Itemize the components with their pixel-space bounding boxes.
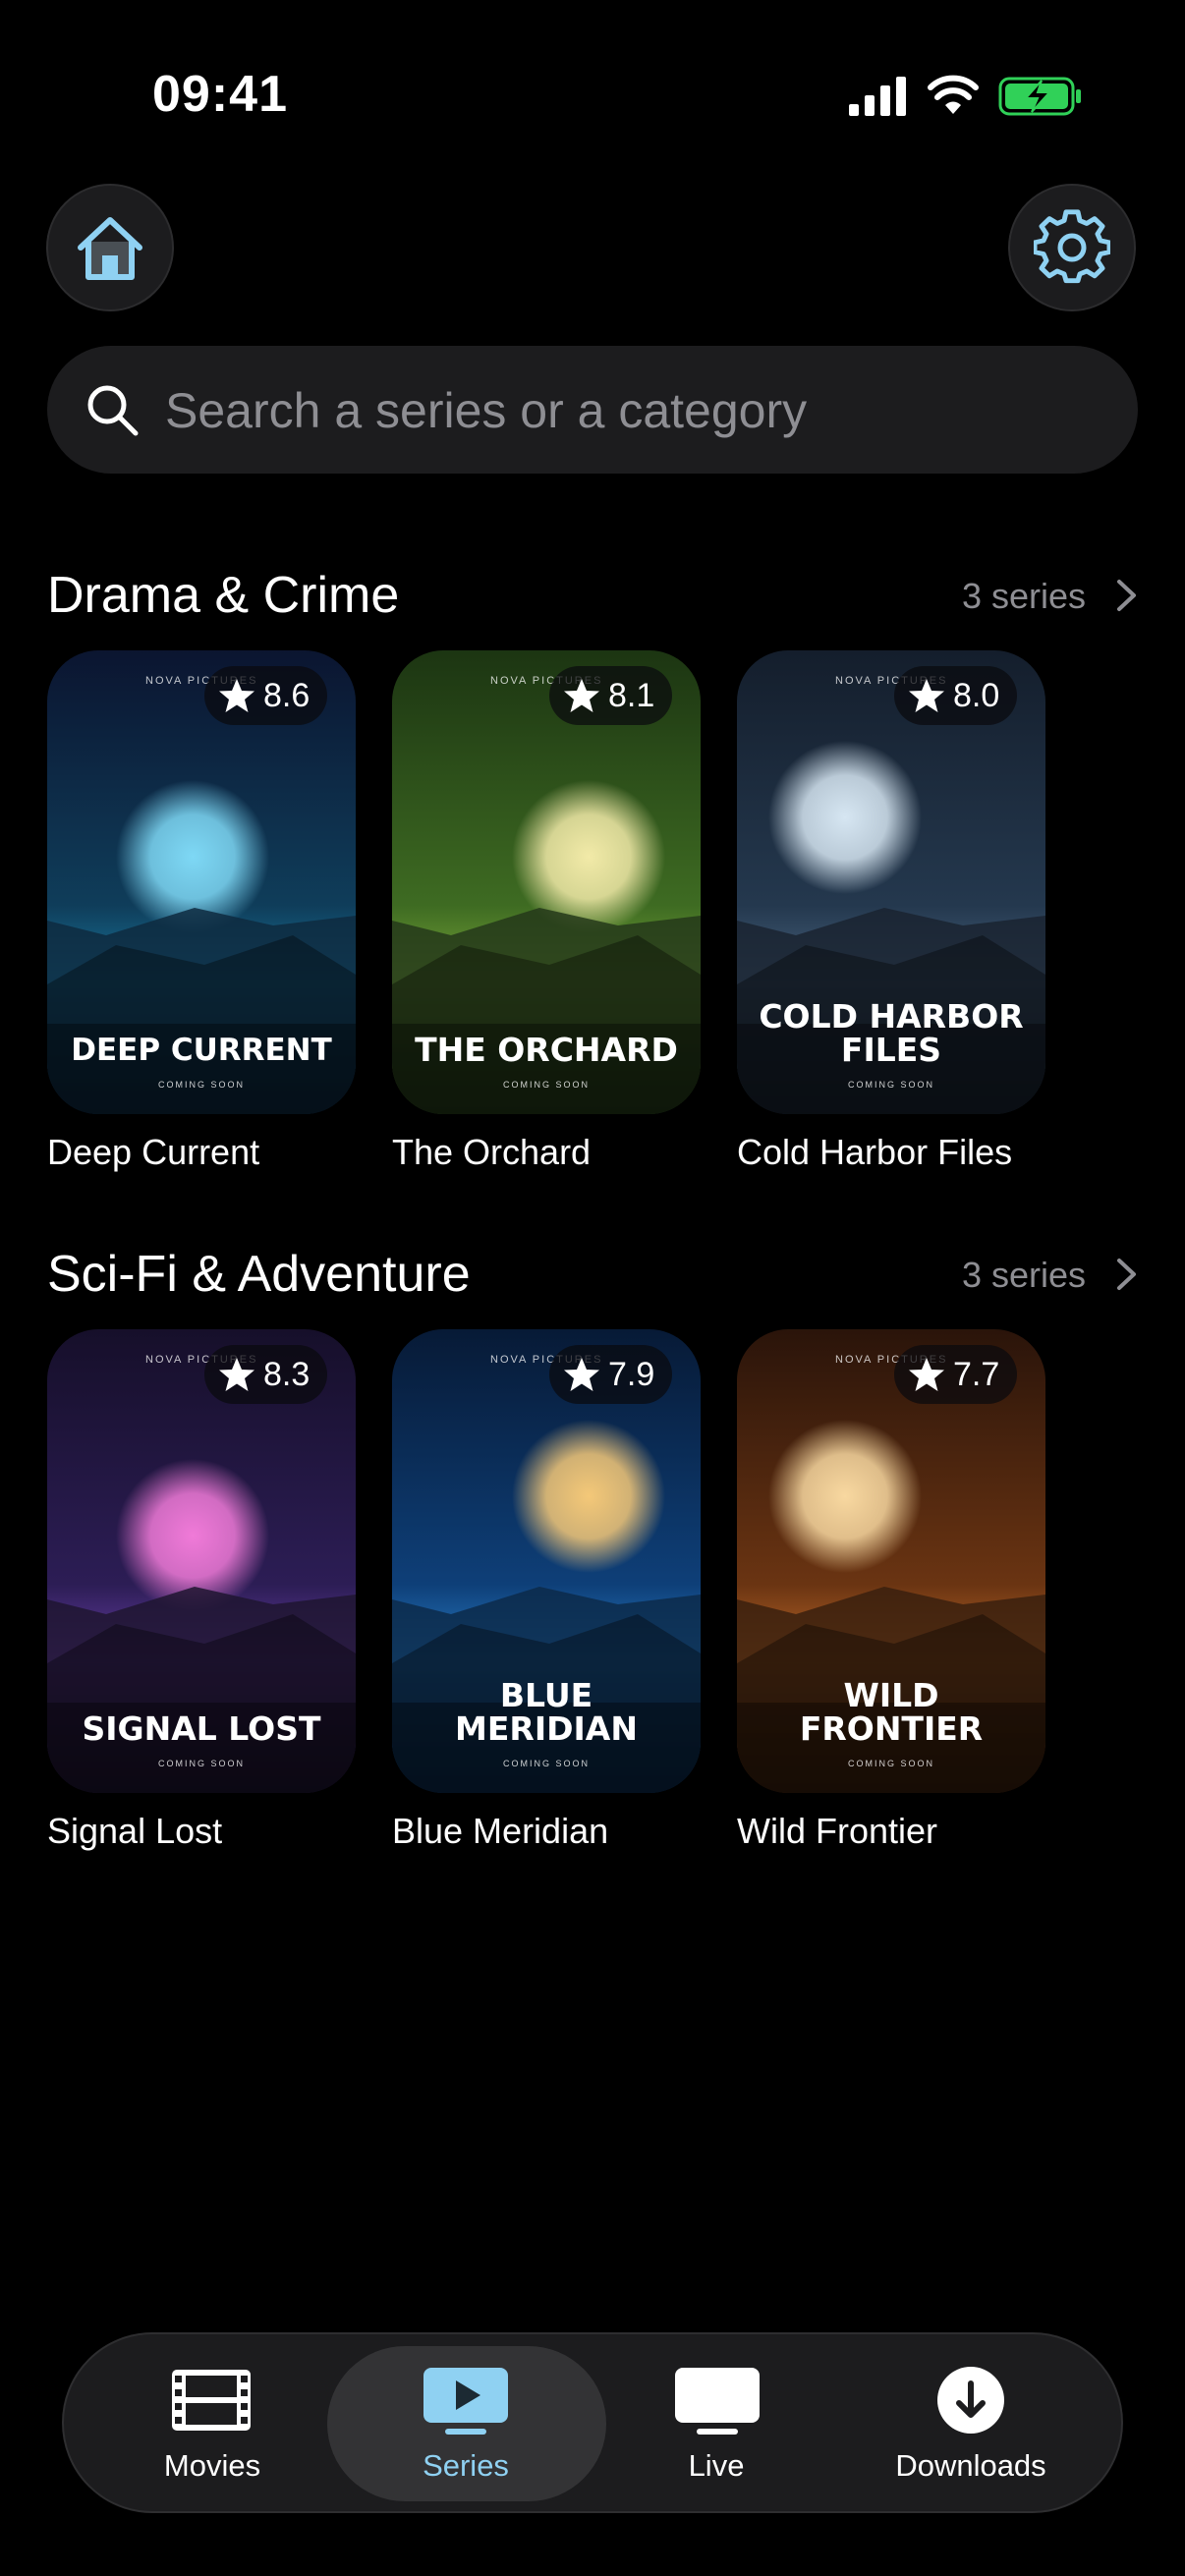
home-button[interactable] [46, 184, 174, 311]
series-title[interactable]: Wild Frontier [737, 1811, 937, 1852]
star-icon [909, 679, 944, 712]
search-input[interactable] [163, 369, 1110, 452]
gear-icon [1034, 209, 1110, 284]
poster-tagline: COMING SOON [847, 1759, 934, 1768]
section-title-scifi-adventure: Sci-Fi & Adventure [47, 1246, 471, 1303]
poster-title-line2: FRONTIER [799, 1709, 984, 1748]
poster-title-line2: FILES [840, 1031, 942, 1069]
status-time: 09:41 [152, 66, 288, 123]
wifi-icon [928, 75, 979, 114]
tab-label-series[interactable]: Series [358, 2448, 574, 2484]
poster-title: THE ORCHARD [415, 1031, 678, 1069]
chevron-right-icon[interactable] [1115, 578, 1139, 613]
poster-tagline: COMING SOON [847, 1080, 934, 1090]
tv-icon [675, 2368, 760, 2435]
tab-label-live[interactable]: Live [608, 2448, 824, 2484]
star-icon [564, 679, 599, 712]
cellular-signal-icon [849, 77, 906, 116]
home-icon [78, 217, 142, 280]
tab-label-downloads[interactable]: Downloads [863, 2448, 1079, 2484]
rating-value: 8.3 [263, 1355, 310, 1393]
poster-title: BLUE [499, 1676, 593, 1714]
rating-badge: 8.6 [204, 666, 328, 725]
poster-title: SIGNAL LOST [82, 1709, 321, 1748]
poster-title: COLD HARBOR [759, 997, 1024, 1036]
rating-badge: 8.3 [204, 1345, 328, 1404]
rating-value: 7.7 [953, 1355, 1000, 1393]
section-count[interactable]: 3 series [884, 576, 1086, 617]
rating-value: 8.1 [608, 676, 655, 714]
download-icon [937, 2367, 1004, 2434]
poster-tagline: COMING SOON [157, 1759, 245, 1768]
rating-badge: 8.1 [549, 666, 673, 725]
star-icon [564, 1358, 599, 1391]
battery-charging-icon [998, 77, 1081, 116]
star-icon [219, 1358, 254, 1391]
series-title[interactable]: Signal Lost [47, 1811, 222, 1852]
rating-value: 8.0 [953, 676, 1000, 714]
settings-button[interactable] [1008, 184, 1136, 311]
search-icon [87, 385, 139, 436]
series-title[interactable]: Cold Harbor Files [737, 1132, 1012, 1173]
series-title[interactable]: The Orchard [392, 1132, 591, 1173]
series-title[interactable]: Deep Current [47, 1132, 259, 1173]
poster-tagline: COMING SOON [502, 1759, 590, 1768]
play-tv-icon [423, 2368, 508, 2435]
star-icon [219, 679, 254, 712]
poster-tagline: COMING SOON [502, 1080, 590, 1090]
star-icon [909, 1358, 944, 1391]
chevron-right-icon[interactable] [1115, 1257, 1139, 1292]
tab-label-movies[interactable]: Movies [104, 2448, 320, 2484]
section-count[interactable]: 3 series [884, 1255, 1086, 1296]
poster-tagline: COMING SOON [157, 1080, 245, 1090]
rating-badge: 7.7 [894, 1345, 1018, 1404]
poster-title: DEEP CURRENT [71, 1033, 332, 1068]
series-title[interactable]: Blue Meridian [392, 1811, 608, 1852]
rating-value: 7.9 [608, 1355, 655, 1393]
section-title-drama-crime: Drama & Crime [47, 567, 400, 624]
poster-title: WILD [843, 1676, 939, 1714]
film-icon [172, 2370, 251, 2431]
poster-title-line2: MERIDIAN [455, 1709, 638, 1748]
rating-value: 8.6 [263, 676, 310, 714]
rating-badge: 7.9 [549, 1345, 673, 1404]
rating-badge: 8.0 [894, 666, 1018, 725]
